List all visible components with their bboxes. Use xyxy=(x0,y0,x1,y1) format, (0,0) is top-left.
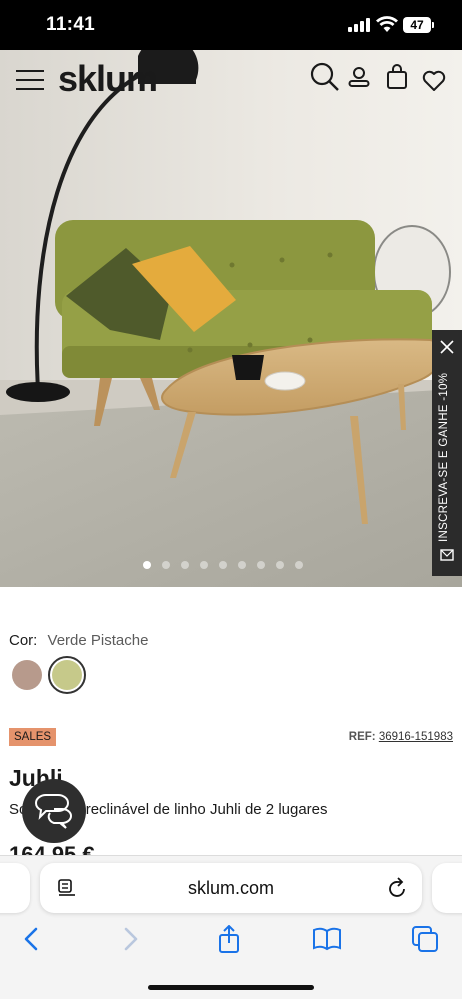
battery-icon: 47 xyxy=(403,17,431,33)
mail-icon xyxy=(440,549,454,561)
site-logo[interactable]: sklum xyxy=(58,58,158,100)
search-icon[interactable] xyxy=(310,62,340,92)
newsletter-signup-tab[interactable]: INSCREVA-SE E GANHE -10% xyxy=(432,330,462,576)
tabs-icon[interactable] xyxy=(410,925,442,953)
chat-button[interactable] xyxy=(22,779,86,843)
color-swatch-mocha[interactable] xyxy=(12,660,42,690)
gallery-dot[interactable] xyxy=(257,561,265,569)
gallery-dot[interactable] xyxy=(219,561,227,569)
heart-icon[interactable] xyxy=(422,70,446,92)
bookmarks-icon[interactable] xyxy=(311,925,343,953)
gallery-dot[interactable] xyxy=(181,561,189,569)
gallery-dot[interactable] xyxy=(238,561,246,569)
color-selector-label: Cor: Verde Pistache xyxy=(9,632,148,649)
status-bar: 11:41 47 xyxy=(0,0,462,50)
address-url[interactable]: sklum.com xyxy=(40,878,422,899)
back-icon[interactable] xyxy=(16,925,48,953)
sales-badge: SALES xyxy=(9,728,57,746)
next-tab-preview[interactable] xyxy=(432,863,462,913)
share-icon[interactable] xyxy=(213,925,245,953)
ref-value[interactable]: 36916-151983 xyxy=(379,731,453,743)
gallery-dot[interactable] xyxy=(143,561,151,569)
status-time: 11:41 xyxy=(46,14,96,35)
product-photo xyxy=(0,50,462,587)
reload-icon[interactable] xyxy=(388,877,408,899)
previous-tab-preview[interactable] xyxy=(0,863,30,913)
ref-label: REF: xyxy=(348,731,376,743)
color-label: Cor: xyxy=(9,632,38,649)
gallery-dot[interactable] xyxy=(276,561,284,569)
chat-icon xyxy=(34,794,72,829)
cellular-signal-icon xyxy=(348,18,370,32)
product-image-gallery[interactable] xyxy=(0,50,462,587)
gallery-dot[interactable] xyxy=(295,561,303,569)
product-ref: REF: 36916-151983 xyxy=(349,731,453,743)
user-icon[interactable] xyxy=(348,66,370,88)
newsletter-label[interactable]: INSCREVA-SE E GANHE -10% xyxy=(438,362,456,542)
shopping-bag-icon[interactable] xyxy=(386,64,408,90)
gallery-dot[interactable] xyxy=(200,561,208,569)
color-value: Verde Pistache xyxy=(47,632,149,649)
address-bar[interactable]: sklum.com xyxy=(40,863,422,913)
battery-tip xyxy=(432,22,434,28)
forward-icon[interactable] xyxy=(114,925,146,953)
home-indicator xyxy=(148,985,314,990)
color-swatch-verde-pistache[interactable] xyxy=(52,660,82,690)
close-icon[interactable] xyxy=(440,340,454,354)
product-price: 164,95 € xyxy=(9,842,95,856)
wifi-icon xyxy=(376,16,398,32)
gallery-dot[interactable] xyxy=(162,561,170,569)
hamburger-menu-icon[interactable] xyxy=(16,70,44,90)
